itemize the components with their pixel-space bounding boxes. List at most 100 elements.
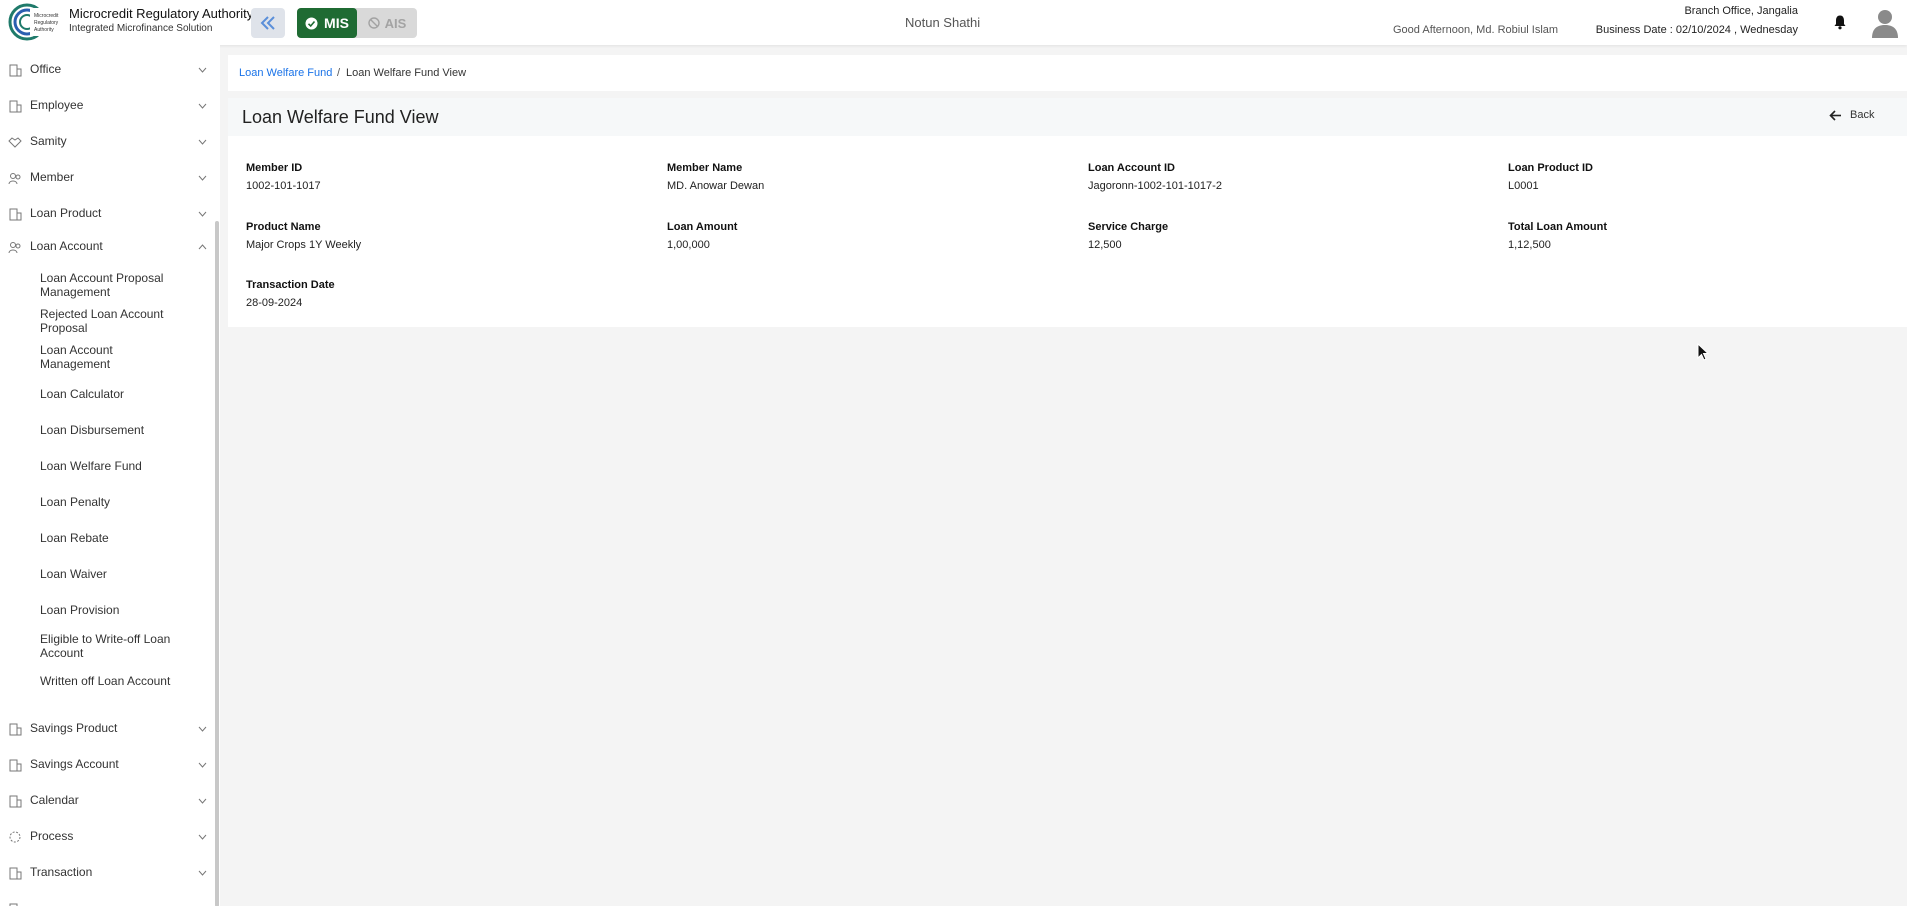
chevron-down-icon xyxy=(198,834,207,840)
svg-text:Authority: Authority xyxy=(34,27,54,33)
mis-label: MIS xyxy=(324,15,349,31)
chevron-down-icon xyxy=(198,762,207,768)
submenu-item-loan-calculator[interactable]: Loan Calculator xyxy=(40,387,180,401)
sidebar-item-label: Calendar xyxy=(30,793,79,807)
back-button[interactable]: Back xyxy=(1829,109,1874,121)
field-label-loan-product-id: Loan Product ID xyxy=(1508,162,1593,174)
check-circle-icon xyxy=(305,17,318,29)
field-value-member-name: MD. Anowar Dewan xyxy=(667,180,765,192)
sidebar-item-label: Savings Product xyxy=(30,721,118,735)
field-label-member-id: Member ID xyxy=(246,162,303,174)
building-icon xyxy=(9,759,22,772)
sidebar-item-label: Process xyxy=(30,829,74,843)
svg-text:Regulatory: Regulatory xyxy=(34,20,59,26)
submenu-item-loan-provision[interactable]: Loan Provision xyxy=(40,603,180,617)
sidebar-item-loan-product[interactable]: Loan Product xyxy=(0,197,212,231)
chevron-up-icon xyxy=(198,244,207,250)
chevron-down-icon xyxy=(198,139,207,145)
sidebar-item-label: Employee xyxy=(30,98,84,112)
field-value-member-id: 1002-101-1017 xyxy=(246,180,321,192)
submenu-item-loan-penalty[interactable]: Loan Penalty xyxy=(40,495,180,509)
branch-name: Branch Office, Jangalia xyxy=(1684,5,1798,17)
loading-icon xyxy=(9,831,21,843)
mode-switch: MIS AIS xyxy=(297,8,417,38)
sidebar: Office Employee Samity Member Loan Produ… xyxy=(0,45,220,906)
svg-text:Microcredit: Microcredit xyxy=(34,13,59,19)
sidebar-item-calendar[interactable]: Calendar xyxy=(0,784,212,818)
arrow-left-icon xyxy=(1829,109,1841,121)
page-title: Loan Welfare Fund View xyxy=(242,107,439,127)
chevron-down-icon xyxy=(198,726,207,732)
building-icon xyxy=(9,795,22,808)
field-value-service-charge: 12,500 xyxy=(1088,239,1122,251)
chevron-down-icon xyxy=(198,211,207,217)
sidebar-item-process[interactable]: Process xyxy=(0,820,212,854)
ais-label: AIS xyxy=(384,15,407,31)
sidebar-item-label: Loan Product xyxy=(30,206,102,220)
sidebar-item-employee[interactable]: Employee xyxy=(0,89,212,123)
sidebar-item-transaction[interactable]: Transaction xyxy=(0,856,212,890)
field-label-loan-amount: Loan Amount xyxy=(667,221,738,233)
ais-mode-button[interactable]: AIS xyxy=(359,8,415,38)
user-avatar-icon[interactable] xyxy=(1871,8,1899,38)
submenu-item-loan-rebate[interactable]: Loan Rebate xyxy=(40,531,180,545)
building-icon xyxy=(9,723,22,736)
sidebar-item-loan-account[interactable]: Loan Account xyxy=(0,230,212,264)
org-subtitle: Integrated Microfinance Solution xyxy=(69,23,213,34)
building-icon xyxy=(9,867,22,880)
org-title: Microcredit Regulatory Authority xyxy=(69,6,254,21)
business-date: Business Date : 02/10/2024 , Wednesday xyxy=(1595,24,1798,36)
handshake-icon xyxy=(8,137,22,148)
top-header: Microcredit Regulatory Authority Microcr… xyxy=(0,0,1907,45)
back-label: Back xyxy=(1850,109,1875,121)
sidebar-item-label: Savings Account xyxy=(30,757,119,771)
sidebar-item-office[interactable]: Office xyxy=(0,53,212,87)
sidebar-item-savings-account[interactable]: Savings Account xyxy=(0,748,212,782)
sidebar-item-samity[interactable]: Samity xyxy=(0,125,212,159)
detail-card: Loan Welfare Fund View Back Member ID 10… xyxy=(228,98,1907,327)
field-label-loan-account-id: Loan Account ID xyxy=(1088,162,1175,174)
mis-mode-button[interactable]: MIS xyxy=(297,8,357,38)
sidebar-item-label: Office xyxy=(30,62,62,76)
breadcrumb-separator: / xyxy=(337,67,341,79)
sidebar-item-member[interactable]: Member xyxy=(0,161,212,195)
sidebar-item-label: Samity xyxy=(30,134,67,148)
bell-icon[interactable] xyxy=(1832,14,1848,30)
sidebar-item-label: Member xyxy=(30,170,75,184)
chevron-down-icon xyxy=(198,103,207,109)
field-value-transaction-date: 28-09-2024 xyxy=(246,297,303,309)
sidebar-collapse-button[interactable] xyxy=(251,8,285,38)
building-icon xyxy=(9,903,18,906)
field-label-service-charge: Service Charge xyxy=(1088,221,1169,233)
submenu-item-loan-account-management[interactable]: Loan Account Management xyxy=(40,343,180,371)
submenu-item-eligible-write-off[interactable]: Eligible to Write-off Loan Account xyxy=(40,632,180,660)
submenu-item-loan-account-proposal-management[interactable]: Loan Account Proposal Management xyxy=(40,271,180,299)
submenu-item-loan-welfare-fund[interactable]: Loan Welfare Fund xyxy=(40,459,180,473)
submenu-item-written-off-loan-account[interactable]: Written off Loan Account xyxy=(40,674,180,688)
field-label-product-name: Product Name xyxy=(246,221,321,233)
chevron-down-icon xyxy=(198,175,207,181)
field-label-member-name: Member Name xyxy=(667,162,743,174)
double-chevron-left-icon xyxy=(260,16,275,30)
sidebar-item-label: Transaction xyxy=(30,865,93,879)
sidebar-item-savings-product[interactable]: Savings Product xyxy=(0,712,212,746)
submenu-item-loan-disbursement[interactable]: Loan Disbursement xyxy=(40,423,180,437)
field-value-loan-amount: 1,00,000 xyxy=(667,239,710,251)
breadcrumb: Loan Welfare Fund / Loan Welfare Fund Vi… xyxy=(228,55,1907,91)
breadcrumb-link-loan-welfare-fund[interactable]: Loan Welfare Fund xyxy=(239,67,332,79)
ban-icon xyxy=(367,17,380,29)
group-icon xyxy=(8,242,21,254)
field-value-total-loan-amount: 1,12,500 xyxy=(1508,239,1551,251)
sidebar-item-partial[interactable] xyxy=(0,892,212,906)
chevron-down-icon xyxy=(198,798,207,804)
field-value-product-name: Major Crops 1Y Weekly xyxy=(246,239,362,251)
chevron-down-icon xyxy=(198,870,207,876)
mra-logo[interactable]: Microcredit Regulatory Authority xyxy=(8,3,62,41)
app-name: Notun Shathi xyxy=(905,15,981,30)
card-header: Loan Welfare Fund View Back xyxy=(228,98,1907,136)
sidebar-scrollbar[interactable] xyxy=(215,221,219,906)
submenu-item-rejected-loan-account-proposal[interactable]: Rejected Loan Account Proposal xyxy=(40,307,180,335)
submenu-item-loan-waiver[interactable]: Loan Waiver xyxy=(40,567,180,581)
sidebar-item-label: Loan Account xyxy=(30,239,103,253)
chevron-down-icon xyxy=(198,67,207,73)
